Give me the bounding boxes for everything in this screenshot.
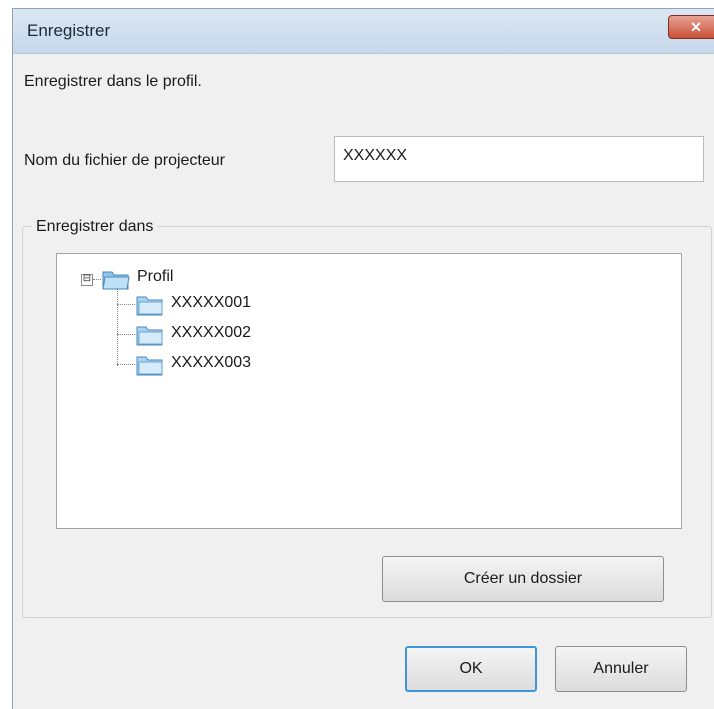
folder-icon xyxy=(136,296,163,316)
folder-icon xyxy=(136,356,163,376)
tree-item-profil[interactable]: Profil xyxy=(137,268,173,286)
filename-input[interactable]: XXXXXX xyxy=(334,136,704,182)
tree-connector xyxy=(117,304,135,305)
dialog-title: Enregistrer xyxy=(27,21,111,40)
tree-item-folder-1[interactable]: XXXXX001 xyxy=(171,294,251,312)
tree-item-folder-3[interactable]: XXXXX003 xyxy=(171,354,251,372)
create-folder-button[interactable]: Créer un dossier xyxy=(382,556,664,602)
instruction-text: Enregistrer dans le profil. xyxy=(24,73,202,90)
title-bar: Enregistrer ✕ xyxy=(13,9,714,54)
tree-connector xyxy=(93,279,101,280)
filename-label: Nom du fichier de projecteur xyxy=(24,152,225,169)
folder-icon xyxy=(136,326,163,346)
tree-connector xyxy=(117,364,135,365)
close-icon: ✕ xyxy=(690,18,702,35)
cancel-button[interactable]: Annuler xyxy=(555,646,687,692)
ok-button[interactable]: OK xyxy=(405,646,537,692)
save-in-group-title: Enregistrer dans xyxy=(32,218,158,236)
open-folder-icon xyxy=(102,271,130,290)
tree-connector xyxy=(117,334,135,335)
close-button[interactable]: ✕ xyxy=(668,15,714,39)
tree-connector xyxy=(117,288,118,366)
tree-item-folder-2[interactable]: XXXXX002 xyxy=(171,324,251,342)
collapse-toggle-icon[interactable]: ⊟ xyxy=(81,274,93,286)
folder-tree[interactable]: ⊟ Profil XXXXX001 XXXXX002 XXXXX003 xyxy=(56,253,682,529)
